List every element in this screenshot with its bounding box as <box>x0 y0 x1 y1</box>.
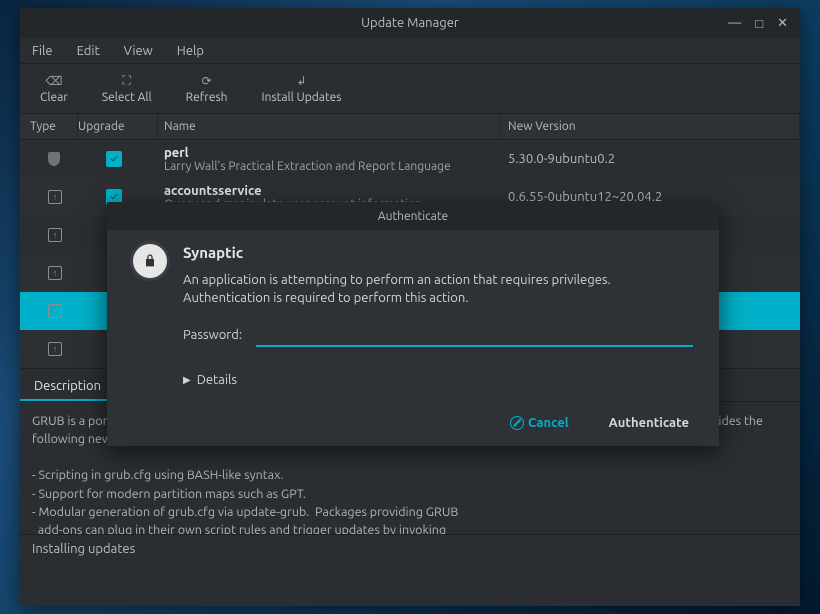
col-version[interactable]: New Version <box>500 114 800 139</box>
package-desc: Larry Wall's Practical Extraction and Re… <box>164 160 500 173</box>
col-name[interactable]: Name <box>158 114 500 139</box>
install-updates-button[interactable]: ↲ Install Updates <box>250 69 354 108</box>
package-name: accountsservice <box>164 184 500 198</box>
select-all-button[interactable]: ⛶ Select All <box>90 69 164 108</box>
toolbar: ⌫ Clear ⛶ Select All ⟳ Refresh ↲ Install… <box>20 64 800 114</box>
dialog-message: An application is attempting to perform … <box>183 271 693 307</box>
menu-edit[interactable]: Edit <box>71 42 106 60</box>
dialog-app-name: Synaptic <box>183 244 693 261</box>
refresh-icon: ⟳ <box>202 73 212 89</box>
menu-help[interactable]: Help <box>171 42 210 60</box>
dialog-title: Authenticate <box>107 202 719 230</box>
security-icon <box>48 152 60 166</box>
checkbox-checked[interactable]: ✓ <box>106 151 122 167</box>
password-input[interactable] <box>256 323 693 347</box>
package-version: 5.30.0-9ubuntu0.2 <box>500 152 800 166</box>
col-upgrade[interactable]: Upgrade <box>78 114 158 139</box>
lock-icon <box>133 244 167 278</box>
tab-description[interactable]: Description <box>20 371 115 401</box>
window-title: Update Manager <box>361 16 459 30</box>
minimize-button[interactable]: — <box>728 16 741 30</box>
menu-view[interactable]: View <box>118 42 159 60</box>
upgrade-icon: ↑ <box>48 190 62 204</box>
clear-icon: ⌫ <box>45 73 62 89</box>
menubar: File Edit View Help <box>20 38 800 64</box>
col-type[interactable]: Type <box>20 114 78 139</box>
select-all-icon: ⛶ <box>123 73 131 89</box>
package-name: perl <box>164 146 500 160</box>
upgrade-icon: ↑ <box>48 266 62 280</box>
upgrade-icon: ↑ <box>48 228 62 242</box>
authenticate-dialog: Authenticate Synaptic An application is … <box>107 202 719 446</box>
table-header: Type Upgrade Name New Version <box>20 114 800 140</box>
cancel-button[interactable]: Cancel <box>510 416 569 430</box>
menu-file[interactable]: File <box>26 42 59 60</box>
close-button[interactable]: ✕ <box>777 16 788 31</box>
table-row[interactable]: ✓ perl Larry Wall's Practical Extraction… <box>20 140 800 178</box>
install-icon: ↲ <box>296 73 306 89</box>
prohibit-icon <box>510 416 524 430</box>
authenticate-button[interactable]: Authenticate <box>609 416 689 430</box>
chevron-right-icon: ▶ <box>183 374 191 386</box>
status-text: Installing updates <box>32 542 135 556</box>
maximize-button[interactable]: □ <box>755 16 763 31</box>
password-label: Password: <box>183 328 242 342</box>
clear-button[interactable]: ⌫ Clear <box>28 69 80 108</box>
upgrade-icon: ↑ <box>48 304 62 318</box>
refresh-button[interactable]: ⟳ Refresh <box>174 69 240 108</box>
titlebar: Update Manager — □ ✕ <box>20 8 800 38</box>
details-expander[interactable]: ▶ Details <box>183 373 693 387</box>
upgrade-icon: ↑ <box>48 342 62 356</box>
statusbar: Installing updates <box>20 534 800 562</box>
